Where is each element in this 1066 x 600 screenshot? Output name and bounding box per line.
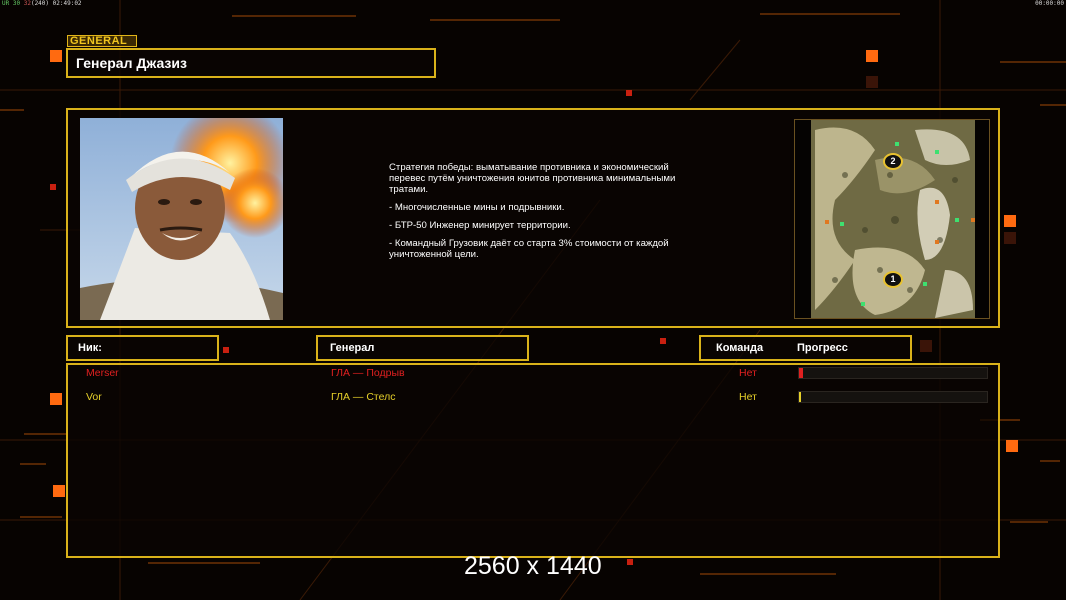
- player-nick: Merser: [86, 367, 119, 379]
- general-tag: GENERAL: [67, 35, 137, 47]
- description-line: Стратегия победы: выматывание противника…: [389, 162, 676, 195]
- start-position-marker: 1: [883, 271, 903, 288]
- player-team: Нет: [739, 367, 757, 379]
- column-header-team: Команда: [716, 342, 764, 354]
- description-line: - БТР-50 Инженер минирует территории.: [389, 220, 571, 231]
- player-team: Нет: [739, 391, 757, 403]
- resolution-label: 2560 x 1440: [464, 552, 602, 580]
- description-line: - Многочисленные мины и подрывники.: [389, 202, 565, 213]
- clock-overlay: 00:00:00: [1035, 0, 1064, 7]
- map-preview: 2 1: [794, 119, 990, 319]
- general-portrait: [80, 118, 283, 320]
- column-header-nick: Ник:: [66, 335, 219, 361]
- debug-overlay: UR 30 32(240) 02:49:02: [2, 0, 82, 7]
- column-header-progress: Прогресс: [797, 342, 848, 354]
- start-position-marker: 2: [883, 153, 903, 170]
- general-title-box: Генерал Джазиз: [66, 48, 436, 78]
- progress-fill: [799, 392, 802, 402]
- player-general: ГЛА — Стелс: [331, 391, 396, 403]
- general-name: Генерал Джазиз: [76, 55, 187, 71]
- player-nick: Vor: [86, 391, 102, 403]
- progress-fill: [799, 368, 803, 378]
- column-header-general: Генерал: [316, 335, 529, 361]
- general-description: Стратегия победы: выматывание противника…: [389, 162, 709, 267]
- player-progress-bar: [798, 391, 988, 403]
- player-progress-bar: [798, 367, 988, 379]
- description-line: - Командный Грузовик даёт со старта 3% с…: [389, 238, 669, 260]
- player-general: ГЛА — Подрыв: [331, 367, 405, 379]
- column-header-team-progress: Команда Прогресс: [699, 335, 912, 361]
